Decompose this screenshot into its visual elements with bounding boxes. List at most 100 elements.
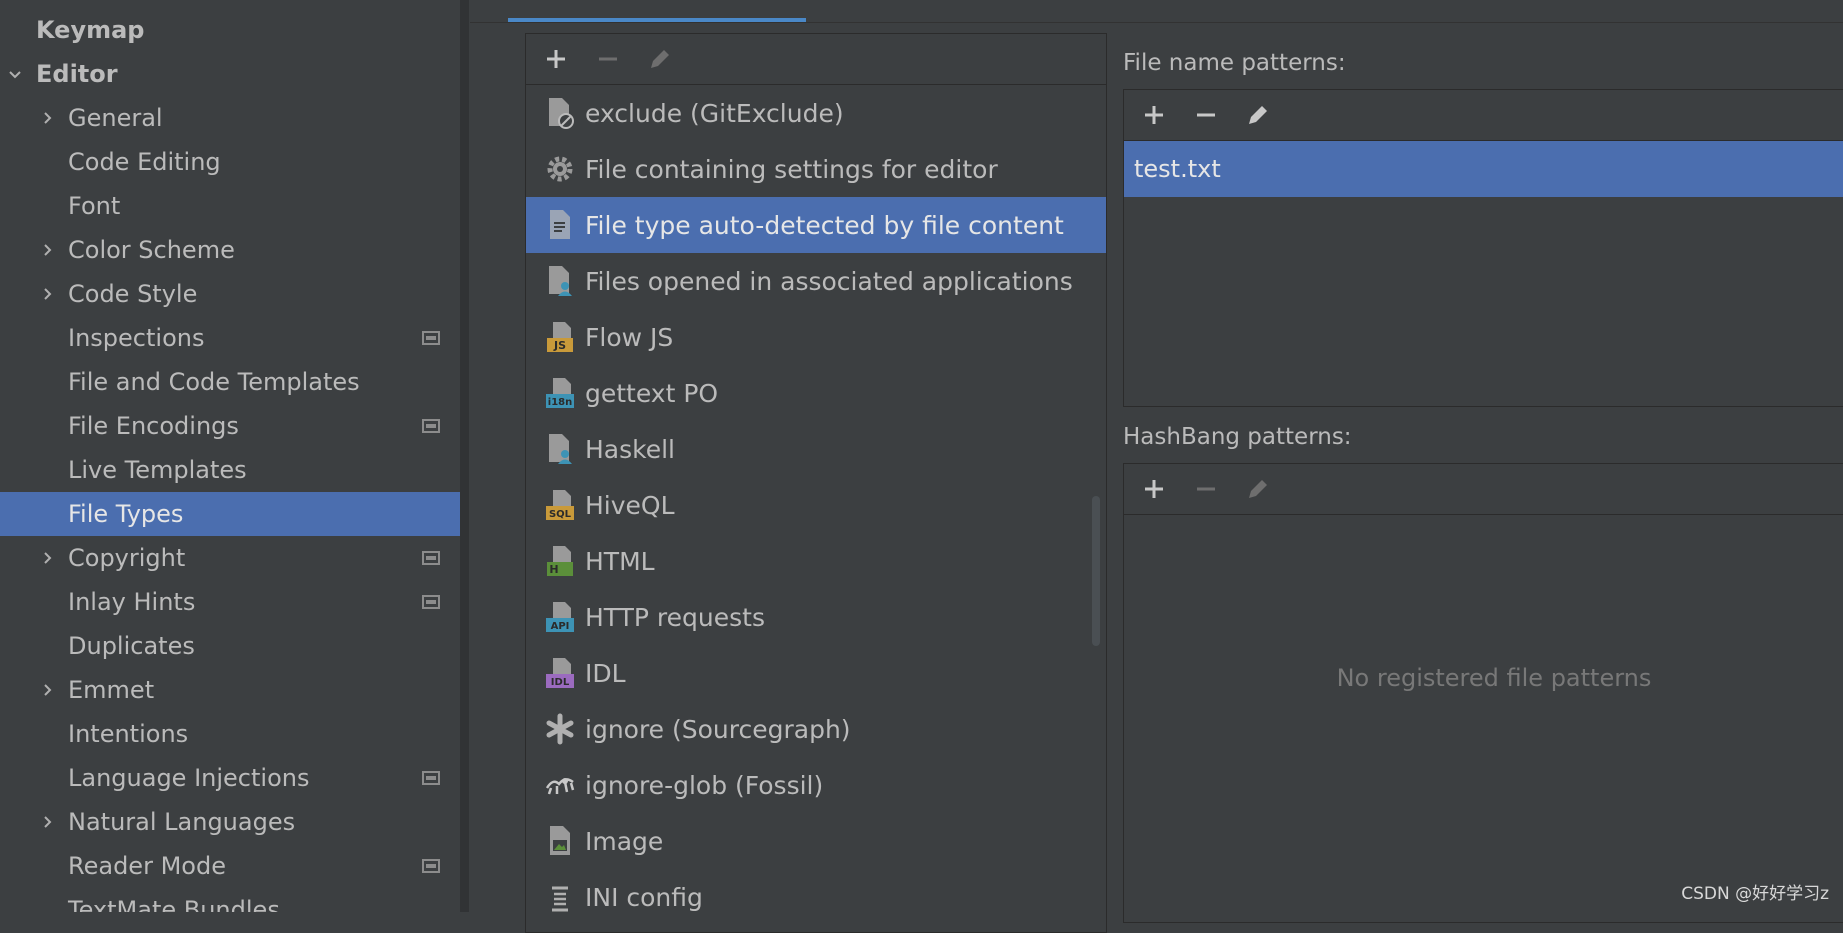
sidebar-item-language-injections[interactable]: Language Injections: [0, 756, 460, 800]
hashbang-patterns-toolbar: [1124, 464, 1843, 515]
sidebar-item-live-templates[interactable]: Live Templates: [0, 448, 460, 492]
gear-icon: [545, 152, 575, 186]
list-item[interactable]: ignore (Sourcegraph): [526, 701, 1106, 757]
chevron-right-icon[interactable]: [36, 283, 58, 305]
sidebar-item-keymap[interactable]: Keymap: [0, 8, 460, 52]
add-pattern-button[interactable]: [1137, 98, 1171, 132]
i18n-file-icon: i18n: [545, 376, 575, 410]
sidebar-item-label: Copyright: [68, 544, 186, 572]
list-item[interactable]: H HTML: [526, 533, 1106, 589]
sidebar-item-file-and-code-templates[interactable]: File and Code Templates: [0, 360, 460, 404]
sidebar-splitter[interactable]: [460, 0, 469, 912]
js-file-icon: JS: [545, 320, 575, 354]
empty-state-text: No registered file patterns: [1336, 664, 1652, 692]
file-name-patterns-toolbar: [1124, 90, 1843, 141]
list-item[interactable]: test.txt: [1124, 141, 1843, 197]
sidebar-item-label: Inlay Hints: [68, 588, 196, 616]
list-item[interactable]: Haskell: [526, 421, 1106, 477]
sidebar-item-label: Emmet: [68, 676, 155, 704]
ini-config-icon: [545, 880, 575, 914]
list-item[interactable]: JS Flow JS: [526, 309, 1106, 365]
sidebar-item-label: Code Style: [68, 280, 198, 308]
tab-recognized-file-types-underline[interactable]: [508, 18, 806, 22]
project-settings-icon: [422, 771, 440, 785]
edit-pattern-button[interactable]: [1241, 98, 1275, 132]
sidebar-item-code-style[interactable]: Code Style: [0, 272, 460, 316]
sidebar-item-label: File and Code Templates: [68, 368, 360, 396]
list-item[interactable]: Files opened in associated applications: [526, 253, 1106, 309]
idl-file-icon: IDL: [545, 656, 575, 690]
list-scrollbar-thumb[interactable]: [1092, 496, 1100, 646]
list-item-label: Image: [585, 826, 664, 856]
list-item[interactable]: exclude (GitExclude): [526, 85, 1106, 141]
sidebar-item-emmet[interactable]: Emmet: [0, 668, 460, 712]
chevron-right-icon[interactable]: [36, 679, 58, 701]
sidebar-item-label: Intentions: [68, 720, 189, 748]
list-item[interactable]: API HTTP requests: [526, 589, 1106, 645]
project-settings-icon: [422, 419, 440, 433]
sidebar-item-label: Color Scheme: [68, 236, 235, 264]
hashbang-patterns-panel: No registered file patterns: [1123, 463, 1843, 923]
list-item-label: Flow JS: [585, 322, 674, 352]
project-settings-icon: [422, 331, 440, 345]
chevron-right-icon[interactable]: [36, 547, 58, 569]
remove-hashbang-button[interactable]: [1189, 472, 1223, 506]
api-file-icon: API: [545, 600, 575, 634]
list-item-label: exclude (GitExclude): [585, 98, 844, 128]
sidebar-item-natural-languages[interactable]: Natural Languages: [0, 800, 460, 844]
sidebar-item-textmate-bundles[interactable]: TextMate Bundles: [0, 888, 460, 912]
list-item-label: IDL: [585, 658, 626, 688]
sidebar-item-label: Live Templates: [68, 456, 247, 484]
add-hashbang-button[interactable]: [1137, 472, 1171, 506]
sidebar-item-inspections[interactable]: Inspections: [0, 316, 460, 360]
list-item-label: HTTP requests: [585, 602, 765, 632]
file-type-list-panel: exclude (GitExclude) File containing set…: [525, 33, 1107, 933]
sidebar-item-file-encodings[interactable]: File Encodings: [0, 404, 460, 448]
settings-sidebar: Keymap Editor General Code Editing Font …: [0, 0, 460, 912]
sidebar-item-label: Inspections: [68, 324, 205, 352]
sidebar-item-code-editing[interactable]: Code Editing: [0, 140, 460, 184]
list-item[interactable]: SQL HiveQL: [526, 477, 1106, 533]
sidebar-item-label: Font: [68, 192, 121, 220]
sidebar-item-general[interactable]: General: [0, 96, 460, 140]
add-file-type-button[interactable]: [539, 42, 573, 76]
text-file-icon: [545, 208, 575, 242]
list-item[interactable]: File containing settings for editor: [526, 141, 1106, 197]
list-item-label: ignore (Sourcegraph): [585, 714, 851, 744]
list-item[interactable]: i18n gettext PO: [526, 365, 1106, 421]
sidebar-item-inlay-hints[interactable]: Inlay Hints: [0, 580, 460, 624]
sidebar-item-file-types[interactable]: File Types: [0, 492, 460, 536]
git-exclude-icon: [545, 96, 575, 130]
sql-file-icon: SQL: [545, 488, 575, 522]
list-item[interactable]: ignore-glob (Fossil): [526, 757, 1106, 813]
list-item[interactable]: INI config: [526, 869, 1106, 925]
remove-pattern-button[interactable]: [1189, 98, 1223, 132]
list-item[interactable]: IDL IDL: [526, 645, 1106, 701]
hashbang-patterns-label: HashBang patterns:: [1123, 424, 1352, 450]
sidebar-item-label: Code Editing: [68, 148, 221, 176]
sidebar-item-label: Editor: [36, 60, 118, 88]
chevron-down-icon[interactable]: [4, 63, 26, 85]
edit-hashbang-button[interactable]: [1241, 472, 1275, 506]
sidebar-item-label: TextMate Bundles: [68, 896, 280, 912]
chevron-right-icon[interactable]: [36, 811, 58, 833]
sidebar-item-intentions[interactable]: Intentions: [0, 712, 460, 756]
sidebar-item-editor[interactable]: Editor: [0, 52, 460, 96]
remove-file-type-button[interactable]: [591, 42, 625, 76]
sidebar-item-font[interactable]: Font: [0, 184, 460, 228]
sidebar-item-copyright[interactable]: Copyright: [0, 536, 460, 580]
list-item-label: INI config: [585, 882, 703, 912]
sidebar-item-color-scheme[interactable]: Color Scheme: [0, 228, 460, 272]
sidebar-item-label: Keymap: [36, 16, 145, 44]
sidebar-item-duplicates[interactable]: Duplicates: [0, 624, 460, 668]
sidebar-item-label: Language Injections: [68, 764, 310, 792]
edit-file-type-button[interactable]: [643, 42, 677, 76]
sidebar-item-label: Reader Mode: [68, 852, 226, 880]
chevron-right-icon[interactable]: [36, 239, 58, 261]
list-item[interactable]: File type auto-detected by file content: [526, 197, 1106, 253]
sidebar-item-reader-mode[interactable]: Reader Mode: [0, 844, 460, 888]
chevron-right-icon[interactable]: [36, 107, 58, 129]
list-item[interactable]: Image: [526, 813, 1106, 869]
svg-text:API: API: [551, 621, 570, 632]
sidebar-item-label: Natural Languages: [68, 808, 296, 836]
